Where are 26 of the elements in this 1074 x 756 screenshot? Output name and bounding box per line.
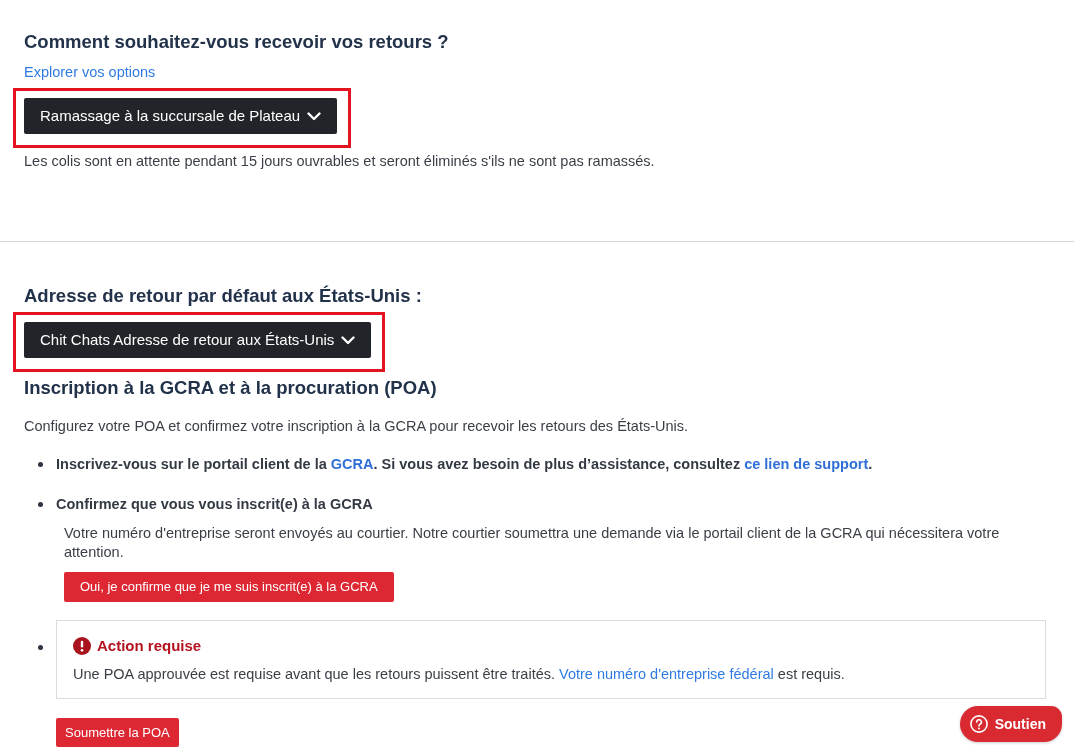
instruction-text: Inscrivez-vous sur le portail client de la GCRA. Si vous avez besoin de plus d’assistance, consultez ce lien de support.: [56, 455, 874, 474]
help-button[interactable]: Soutien: [959, 706, 1062, 742]
alert-title: Action requise: [97, 636, 202, 656]
bullet-icon: [38, 501, 43, 507]
bullet-icon: [38, 461, 43, 467]
section-heading: Adresse de retour par défaut aux États-Unis :: [24, 284, 423, 308]
options-link[interactable]: Explorer vos options: [24, 62, 156, 82]
text-link[interactable]: ce lien de support: [744, 456, 869, 472]
section-heading: Comment souhaitez-vous recevoir vos retours ?: [24, 30, 450, 54]
chevron-down-icon: [307, 111, 322, 121]
text-link[interactable]: Votre numéro d'entreprise fédéral: [559, 666, 774, 682]
dropdown-button[interactable]: Ramassage à la succursale de Plateau: [24, 98, 338, 134]
step-title: Confirmez que vous vous inscrit(e) à la GCRA: [56, 495, 374, 514]
info-text: Les colis sont en attente pendant 15 jours ouvrables et seront éliminés s'ils ne sont pas ramassés.: [24, 152, 656, 171]
bullet-icon: [38, 644, 43, 650]
submit-button[interactable]: Soumettre la POA: [56, 718, 179, 747]
dropdown-button[interactable]: Chit Chats Adresse de retour aux États-Unis: [24, 322, 372, 358]
description-text: Votre numéro d'entreprise seront envoyés au courtier. Notre courtier soumettra une demande via le portail client de la GCRA qui nécessitera votre attention.: [64, 524, 1001, 562]
question-circle-icon: [969, 715, 988, 733]
text-link[interactable]: GCRA: [330, 456, 374, 472]
exclamation-circle-icon: [73, 637, 91, 655]
intro-text: Configurez votre POA et confirmez votre inscription à la GCRA pour recevoir les retours des États-Unis.: [24, 417, 690, 436]
chevron-down-icon: [341, 335, 356, 345]
alert-text: Une POA approuvée est requise avant que les retours puissent être traités. Votre numéro d'entreprise fédéral est requis.: [73, 665, 846, 684]
confirm-button[interactable]: Oui, je confirme que je me suis inscrit(e) à la GCRA: [64, 572, 394, 602]
section-heading: Inscription à la GCRA et à la procuration (POA): [24, 376, 438, 400]
